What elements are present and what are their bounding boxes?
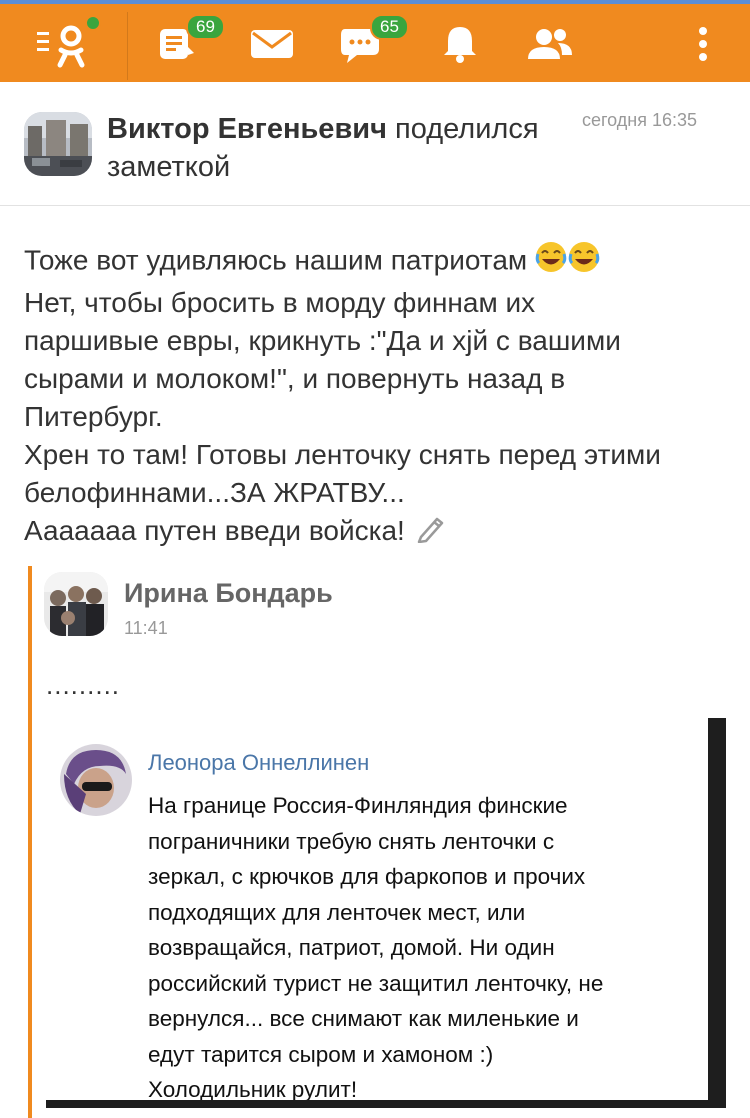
embedded-text-line: российский турист не защитил ленточку, н… bbox=[148, 970, 604, 996]
action-text-object: заметкой bbox=[107, 151, 231, 183]
embedded-screenshot[interactable]: Леонора Оннеллинен На границе Россия-Фин… bbox=[46, 718, 726, 1108]
pencil-icon bbox=[413, 513, 447, 553]
notifications-button[interactable] bbox=[432, 14, 488, 74]
top-navigation-bar: 69 65 bbox=[0, 0, 750, 82]
more-menu-button[interactable] bbox=[688, 14, 718, 74]
post-text-line: Тоже вот удивляюсь нашим патриотам bbox=[24, 240, 724, 284]
embedded-text-line: едут тарится сыром и хамоном :) bbox=[148, 1041, 494, 1067]
friends-button[interactable] bbox=[520, 14, 580, 74]
shared-note-time: 11:41 bbox=[124, 618, 168, 638]
embedded-text-line: подходящих для ленточек мест, или bbox=[148, 899, 526, 925]
discussions-badge: 65 bbox=[370, 14, 409, 40]
embedded-frame-bottom bbox=[46, 1100, 726, 1108]
author-name[interactable]: Виктор Евгеньевич bbox=[107, 113, 387, 145]
shared-note-indicator bbox=[28, 566, 32, 1118]
post-text: Тоже вот удивляюсь нашим патриотам Нет, … bbox=[24, 240, 724, 553]
post-text-line: Питербург. bbox=[24, 401, 163, 432]
author-avatar[interactable] bbox=[24, 112, 92, 176]
embedded-text-line: вернулся... все снимают как миленькие и bbox=[148, 1006, 579, 1031]
post-text-line: Ааааааа путен введи войска! bbox=[24, 512, 724, 553]
shared-author-name[interactable]: Ирина Бондарь bbox=[124, 578, 333, 609]
embedded-text-line: зеркал, с крючков для фаркопов и прочих bbox=[148, 864, 586, 889]
shared-note-text: ......... bbox=[46, 670, 121, 700]
messages-button[interactable] bbox=[244, 14, 300, 74]
post-header: Виктор Евгеньевич поделился заметкой сег… bbox=[0, 82, 750, 206]
notes-badge: 69 bbox=[186, 14, 225, 40]
divider bbox=[127, 12, 128, 80]
post-text-line: белофиннами...ЗА ЖРАТВУ... bbox=[24, 477, 405, 508]
embedded-text-line: пограничники требую снять ленточки с bbox=[148, 828, 555, 854]
mail-icon bbox=[251, 30, 293, 58]
embedded-text: На границе Россия-Финляндия финские погр… bbox=[148, 788, 708, 1108]
embedded-author-avatar bbox=[60, 744, 132, 816]
post-text-line: Нет, чтобы бросить в морду финнам их bbox=[24, 287, 536, 318]
shared-author-avatar[interactable] bbox=[44, 572, 108, 636]
laughing-emoji-icon bbox=[535, 240, 601, 284]
post-time: сегодня 16:35 bbox=[582, 110, 698, 130]
author-line: Виктор Евгеньевич поделился заметкой bbox=[107, 110, 567, 186]
post-text-line: паршивые евры, крикнуть :"Да и хјй с ваш… bbox=[24, 325, 621, 356]
action-text: поделился bbox=[386, 113, 539, 145]
post-text-line: Хрен то там! Готовы ленточку снять перед… bbox=[24, 439, 661, 470]
bell-icon bbox=[444, 27, 476, 63]
embedded-frame-right bbox=[708, 718, 726, 1108]
embedded-text-line: возвращайся, патриот, домой. Ни один bbox=[148, 935, 555, 960]
online-status-dot bbox=[85, 15, 101, 31]
embedded-text-line: На границе Россия-Финляндия финские bbox=[148, 793, 568, 818]
friends-icon bbox=[528, 29, 572, 59]
embedded-author-name: Леонора Оннеллинен bbox=[148, 750, 370, 775]
more-icon bbox=[699, 27, 707, 61]
post-text-line: сырами и молоком!", и повернуть назад в bbox=[24, 363, 566, 394]
